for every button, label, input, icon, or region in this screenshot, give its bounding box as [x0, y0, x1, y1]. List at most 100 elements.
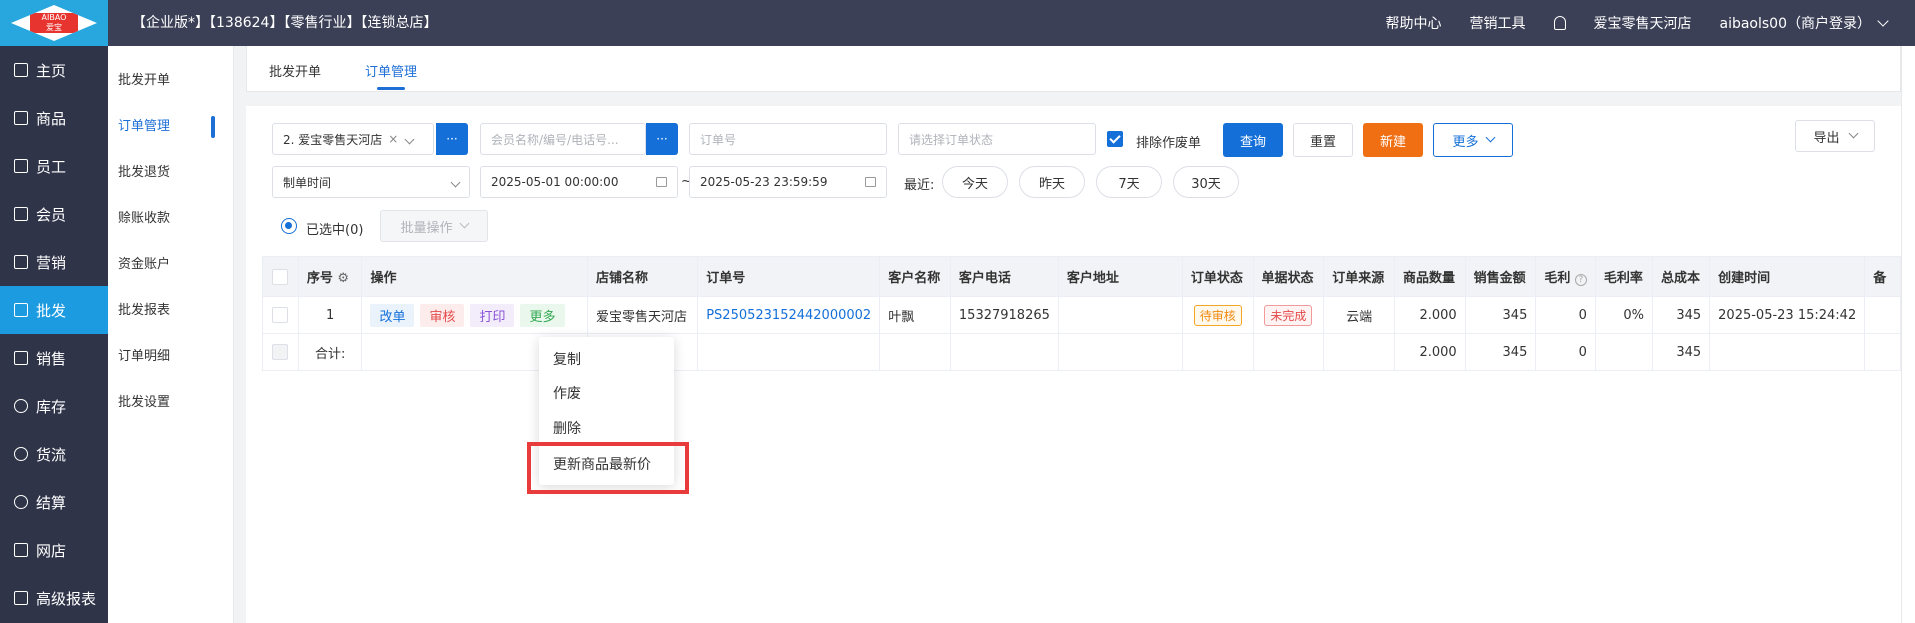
subnav-wholesale-return[interactable]: 批发退货 [108, 150, 233, 196]
col-address: 客户地址 [1057, 256, 1183, 297]
export-button[interactable]: 导出 [1795, 120, 1875, 152]
settle-icon [14, 495, 28, 509]
top-bar: AIBAO 爱宝 【企业版*】【138624】【零售行业】【连锁总店】 帮助中心… [0, 0, 1915, 46]
exclude-voided-checkbox[interactable] [1107, 131, 1123, 147]
sidebar-item-marketing[interactable]: 营销 [0, 238, 108, 286]
logo-text-top: AIBAO [41, 13, 67, 22]
sidebar-item-wholesale[interactable]: 批发 [0, 286, 108, 334]
store-picker-button[interactable]: ··· [436, 123, 468, 155]
help-center-link[interactable]: 帮助中心 [1386, 13, 1442, 33]
row-more-button[interactable]: 更多 [520, 303, 565, 327]
row-amount: 345 [1464, 296, 1537, 334]
col-doc-status: 单据状态 [1252, 256, 1325, 297]
tab-wholesale-order[interactable]: 批发开单 [269, 61, 321, 80]
total-empty-cell [1864, 333, 1901, 371]
store-switcher[interactable]: 爱宝零售天河店 [1594, 13, 1692, 33]
more-button[interactable]: 更多 [1433, 123, 1513, 157]
bell-icon[interactable] [1553, 16, 1566, 30]
select-all-checkbox[interactable] [272, 268, 289, 285]
recent-today-button[interactable]: 今天 [942, 166, 1008, 198]
member-picker-button[interactable]: ··· [646, 123, 678, 155]
main-sidebar: 主页 商品 员工 会员 营销 批发 销售 库存 货流 结算 网店 高级报表 [0, 46, 108, 623]
sidebar-item-sales[interactable]: 销售 [0, 334, 108, 382]
select-all-cell[interactable] [262, 256, 299, 297]
col-operation: 操作 [361, 256, 588, 297]
menu-item-delete[interactable]: 删除 [553, 418, 581, 438]
row-select-cell[interactable] [262, 296, 299, 334]
subnav-wholesale-order[interactable]: 批发开单 [108, 58, 233, 104]
subnav-credit-collection[interactable]: 赊账收款 [108, 196, 233, 242]
row-checkbox[interactable] [272, 307, 289, 323]
review-button[interactable]: 审核 [420, 303, 465, 327]
sidebar-item-eshop[interactable]: 网店 [0, 526, 108, 574]
recent-30days-button[interactable]: 30天 [1173, 166, 1239, 198]
total-empty-cell [1181, 333, 1254, 371]
selected-radio[interactable] [281, 218, 297, 234]
total-empty-cell [697, 333, 881, 371]
end-date-input[interactable]: 2025-05-23 23:59:59 [689, 166, 887, 198]
megaphone-icon [14, 255, 28, 269]
subnav-wholesale-settings[interactable]: 批发设置 [108, 380, 233, 426]
order-status-select[interactable]: 请选择订单状态 [898, 123, 1096, 155]
menu-item-void[interactable]: 作废 [553, 383, 581, 403]
user-menu[interactable]: aibaols00（商户登录） [1719, 13, 1889, 33]
order-number-link[interactable]: PS250523152442000002 [697, 296, 881, 334]
user-name: aibaols00（商户登录） [1719, 16, 1872, 32]
table-row[interactable]: 1 改单 审核 打印 更多 爱宝零售天河店 PS250523152442000002 … [262, 296, 1901, 334]
subnav-order-detail[interactable]: 订单明细 [108, 334, 233, 380]
chevron-down-icon [404, 134, 415, 144]
order-status-badge: 待审核 [1193, 304, 1242, 326]
member-search-input[interactable]: 会员名称/编号/电话号... [480, 123, 646, 155]
total-empty-cell [1252, 333, 1325, 371]
order-number-input[interactable]: 订单号 [689, 123, 887, 155]
col-remark: 备 [1864, 256, 1901, 297]
store-select[interactable]: 2. 爱宝零售天河店 × [272, 123, 434, 155]
sidebar-item-goods[interactable]: 商品 [0, 94, 108, 142]
total-empty-cell [1057, 333, 1183, 371]
recent-yesterday-button[interactable]: 昨天 [1019, 166, 1085, 198]
edit-order-button[interactable]: 改单 [370, 303, 415, 327]
row-margin: 0% [1594, 296, 1654, 334]
sidebar-item-reports[interactable]: 高级报表 [0, 574, 108, 622]
subnav-wholesale-report[interactable]: 批发报表 [108, 288, 233, 334]
sidebar-item-label: 库存 [36, 397, 67, 416]
sidebar-item-label: 员工 [36, 157, 67, 176]
total-qty: 2.000 [1393, 333, 1466, 371]
subnav-order-management[interactable]: 订单管理 [108, 104, 233, 150]
query-button[interactable]: 查询 [1223, 123, 1283, 157]
recent-7days-button[interactable]: 7天 [1096, 166, 1162, 198]
wrench-icon[interactable]: ⚙ [337, 271, 349, 286]
store-select-value: 2. 爱宝零售天河店 [283, 132, 383, 147]
sidebar-item-label: 销售 [36, 349, 67, 368]
vertical-scrollbar[interactable] [1901, 46, 1915, 623]
sidebar-item-staff[interactable]: 员工 [0, 142, 108, 190]
menu-item-copy[interactable]: 复制 [553, 349, 581, 369]
new-order-button[interactable]: 新建 [1363, 123, 1423, 157]
app-logo[interactable]: AIBAO 爱宝 [0, 0, 108, 46]
col-customer: 客户名称 [879, 256, 951, 297]
total-amount: 345 [1464, 333, 1537, 371]
print-button[interactable]: 打印 [470, 303, 515, 327]
col-cost: 总成本 [1652, 256, 1711, 297]
export-label: 导出 [1813, 130, 1840, 146]
sidebar-item-settle[interactable]: 结算 [0, 478, 108, 526]
tab-order-management[interactable]: 订单管理 [365, 61, 417, 90]
clear-icon[interactable]: × [388, 132, 398, 146]
row-operations: 改单 审核 打印 更多 [361, 296, 588, 334]
reset-button[interactable]: 重置 [1293, 123, 1353, 157]
sidebar-item-stock[interactable]: 库存 [0, 382, 108, 430]
sidebar-item-home[interactable]: 主页 [0, 46, 108, 94]
marketing-tools-link[interactable]: 营销工具 [1470, 13, 1526, 33]
sidebar-item-member[interactable]: 会员 [0, 190, 108, 238]
time-type-select[interactable]: 制单时间 [272, 166, 470, 198]
chevron-down-icon [459, 218, 469, 228]
col-phone: 客户电话 [949, 256, 1059, 297]
edition-title: 【企业版*】【138624】【零售行业】【连锁总店】 [132, 15, 438, 31]
start-date-input[interactable]: 2025-05-01 00:00:00 [480, 166, 678, 198]
sidebar-item-flow[interactable]: 货流 [0, 430, 108, 478]
subnav-fund-account[interactable]: 资金账户 [108, 242, 233, 288]
batch-operation-button[interactable]: 批量操作 [380, 210, 488, 242]
help-icon[interactable]: ? [1574, 274, 1587, 286]
total-select-cell [262, 333, 299, 371]
col-store: 店铺名称 [586, 256, 699, 297]
